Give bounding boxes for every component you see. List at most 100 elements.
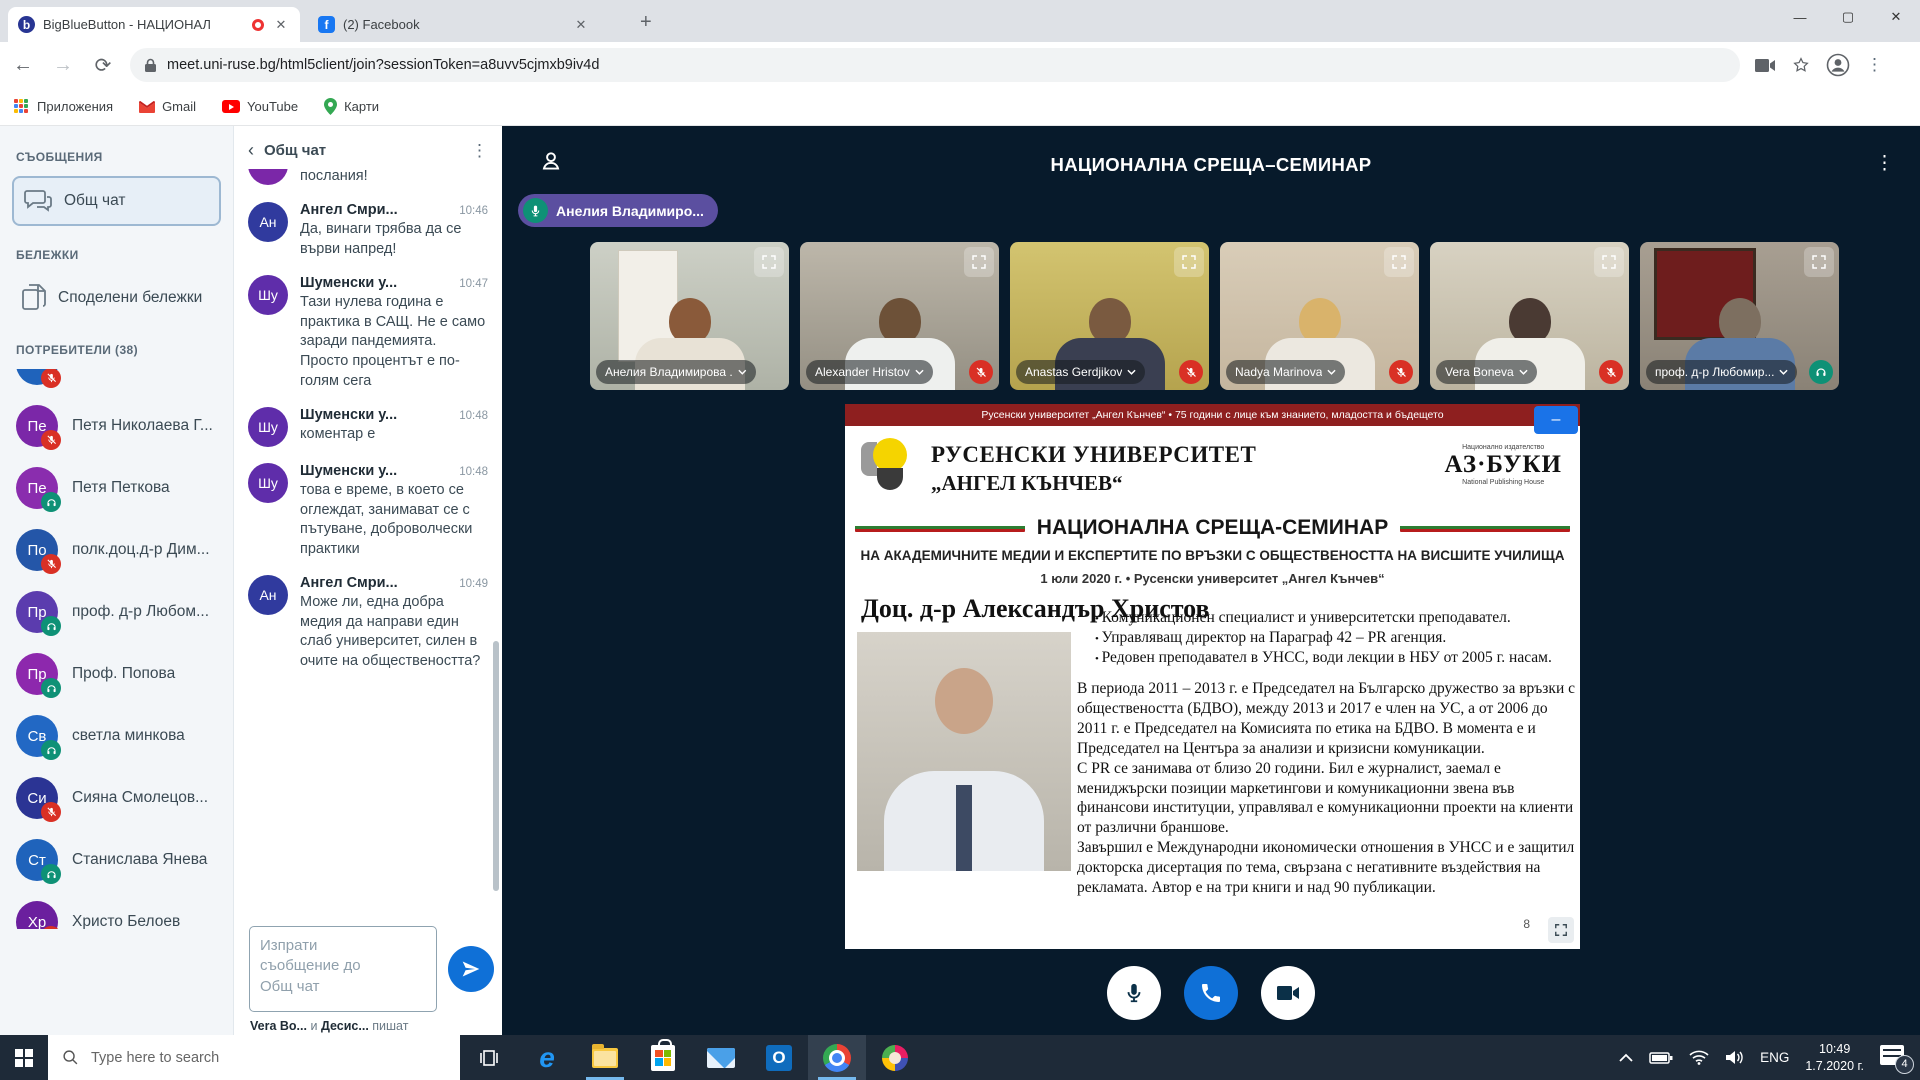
battery-icon[interactable]	[1649, 1051, 1673, 1064]
hidden-icons-chevron[interactable]	[1619, 1053, 1633, 1062]
webcam-name-pill[interactable]: Anastas Gerdjikov	[1016, 360, 1145, 384]
outlook-icon[interactable]: O	[750, 1035, 808, 1080]
talking-mic-icon	[523, 198, 548, 223]
paint-icon[interactable]	[866, 1035, 924, 1080]
chat-title: Общ чат	[264, 142, 461, 159]
microphone-icon	[1123, 981, 1145, 1005]
mail-icon[interactable]	[692, 1035, 750, 1080]
fullscreen-icon[interactable]	[1594, 247, 1624, 277]
mute-button[interactable]	[1107, 966, 1161, 1020]
fullscreen-icon[interactable]	[1384, 247, 1414, 277]
users-list: Пе Петя Николаева Г... Пе Петя Петкова П…	[12, 369, 221, 929]
language-indicator[interactable]: ENG	[1760, 1050, 1789, 1065]
avatar: Пе	[16, 405, 58, 447]
webcam-name-pill[interactable]: Nadya Marinova	[1226, 360, 1345, 384]
avatar: Пе	[16, 467, 58, 509]
edge-icon[interactable]: e	[518, 1035, 576, 1080]
talking-indicator[interactable]: Анелия Владимиро...	[518, 194, 718, 227]
window-minimize-button[interactable]: —	[1776, 0, 1824, 34]
webcam-name-pill[interactable]: Vera Boneva	[1436, 360, 1537, 384]
browser-tab-facebook[interactable]: f (2) Facebook ✕	[308, 7, 600, 42]
browser-tab-bigbluebutton[interactable]: b BigBlueButton - НАЦИОНАЛ ✕	[8, 7, 300, 42]
user-list-item[interactable]: Си Сияна Смолецов...	[12, 767, 221, 829]
message-input[interactable]: Изпрати съобщение до Общ чат	[249, 926, 437, 1012]
microsoft-store-icon[interactable]	[634, 1035, 692, 1080]
user-list-item[interactable]: Пр Проф. Попова	[12, 643, 221, 705]
avatar: Св	[16, 715, 58, 757]
user-list-item[interactable]: Пр проф. д-р Любом...	[12, 581, 221, 643]
avatar: Ан	[248, 202, 288, 242]
chrome-icon[interactable]	[808, 1035, 866, 1080]
bookmark-youtube[interactable]: YouTube	[222, 99, 298, 114]
user-list-item[interactable]: По полк.доц.д-р Дим...	[12, 519, 221, 581]
leave-audio-button[interactable]	[1184, 966, 1238, 1020]
speaker-photo	[857, 632, 1071, 871]
presentation-fullscreen-button[interactable]	[1548, 917, 1574, 943]
window-maximize-button[interactable]: ▢	[1824, 0, 1872, 34]
avatar: Пр	[16, 591, 58, 633]
taskbar-clock[interactable]: 10:49 1.7.2020 г.	[1805, 1041, 1864, 1075]
avatar: Пр	[16, 653, 58, 695]
bookmark-maps[interactable]: Карти	[324, 98, 379, 115]
browser-menu-icon[interactable]: ⋮	[1866, 55, 1883, 75]
back-button[interactable]: ←	[10, 54, 36, 77]
tab-close-icon[interactable]: ✕	[572, 17, 590, 33]
slide-page-number: 8	[1523, 917, 1530, 931]
avatar: Си	[16, 777, 58, 819]
sidebar-item-shared-notes[interactable]: Споделени бележки	[12, 274, 221, 321]
clock-time: 10:49	[1805, 1041, 1864, 1058]
fullscreen-icon[interactable]	[964, 247, 994, 277]
webcam-tile: Vera Boneva	[1430, 242, 1629, 390]
user-list-item[interactable]: Св светла минкова	[12, 705, 221, 767]
tab-close-icon[interactable]: ✕	[272, 17, 290, 33]
webcam-name-pill[interactable]: Alexander Hristov	[806, 360, 933, 384]
muted-mic-icon	[41, 802, 61, 822]
reload-button[interactable]: ⟳	[90, 53, 116, 78]
webcam-name-pill[interactable]: Анелия Владимирова ...	[596, 360, 756, 384]
start-button[interactable]	[0, 1035, 48, 1080]
browser-toolbar: ← → ⟳ meet.uni-ruse.bg/html5client/join?…	[0, 42, 1920, 88]
bookmark-apps[interactable]: Приложения	[14, 99, 113, 115]
webcam-name-pill[interactable]: проф. д-р Любомир...	[1646, 360, 1797, 384]
messages-header: СЪОБЩЕНИЯ	[16, 150, 217, 164]
fullscreen-icon[interactable]	[1174, 247, 1204, 277]
chat-options-icon[interactable]: ⋮	[471, 141, 488, 161]
muted-mic-icon	[1599, 360, 1623, 384]
user-list-item[interactable]: Ст Станислава Янева	[12, 829, 221, 891]
address-bar[interactable]: meet.uni-ruse.bg/html5client/join?sessio…	[130, 48, 1740, 82]
user-list-item[interactable]: Пе Петя Николаева Г...	[12, 395, 221, 457]
user-list-item[interactable]	[12, 369, 221, 395]
bookmarks-bar: Приложения Gmail YouTube Карти	[0, 88, 1920, 126]
speaker-icon[interactable]	[1725, 1050, 1744, 1065]
action-center-button[interactable]: 4	[1880, 1045, 1910, 1071]
new-tab-button[interactable]: +	[640, 12, 652, 32]
webcam-tile: Anastas Gerdjikov	[1010, 242, 1209, 390]
sidebar-item-public-chat[interactable]: Общ чат	[12, 176, 221, 226]
meeting-options-icon[interactable]: ⋮	[1875, 152, 1894, 175]
user-list-item[interactable]: Пе Петя Петкова	[12, 457, 221, 519]
bookmark-star-icon[interactable]	[1792, 56, 1810, 74]
taskbar-search[interactable]: Type here to search	[48, 1035, 460, 1080]
send-message-button[interactable]	[448, 946, 494, 992]
camera-in-use-icon[interactable]	[1754, 58, 1776, 73]
profile-avatar-icon[interactable]	[1826, 53, 1850, 77]
forward-button[interactable]: →	[50, 54, 76, 77]
file-explorer-icon[interactable]	[576, 1035, 634, 1080]
window-close-button[interactable]: ✕	[1872, 0, 1920, 34]
fullscreen-icon[interactable]	[754, 247, 784, 277]
chat-scrollbar[interactable]	[493, 641, 499, 891]
avatar: По	[16, 529, 58, 571]
bigbluebutton-favicon: b	[18, 16, 35, 33]
windows-taskbar: Type here to search e O ENG	[0, 1035, 1920, 1080]
headphones-icon	[41, 678, 61, 698]
fullscreen-icon[interactable]	[1804, 247, 1834, 277]
tab-title: (2) Facebook	[343, 17, 564, 32]
chat-back-icon[interactable]: ‹	[248, 140, 254, 161]
share-webcam-button[interactable]	[1261, 966, 1315, 1020]
wifi-icon[interactable]	[1689, 1050, 1709, 1065]
task-view-button[interactable]	[460, 1035, 518, 1080]
user-list-item[interactable]: Хр Христо Белоев	[12, 891, 221, 929]
minimize-presentation-button[interactable]: –	[1534, 406, 1578, 434]
shared-notes-label: Споделени бележки	[58, 289, 202, 307]
bookmark-gmail[interactable]: Gmail	[139, 99, 196, 114]
